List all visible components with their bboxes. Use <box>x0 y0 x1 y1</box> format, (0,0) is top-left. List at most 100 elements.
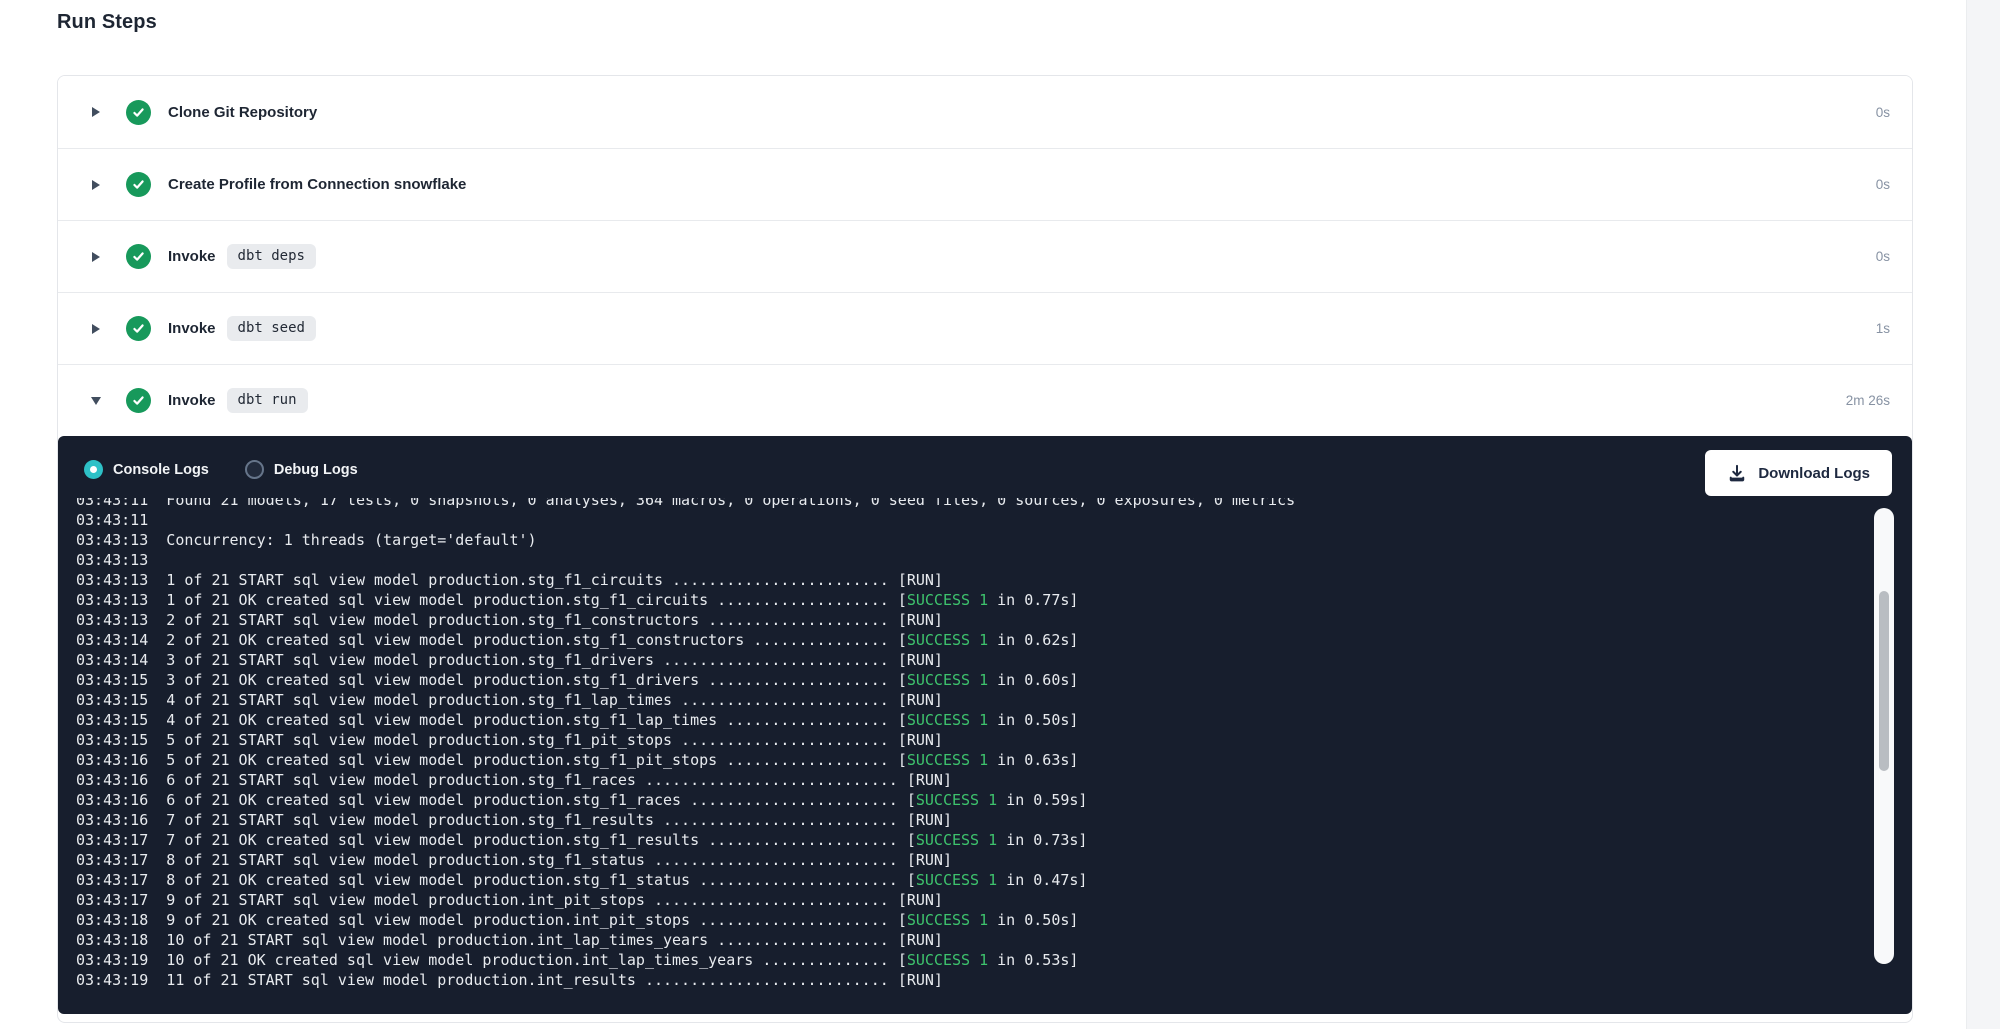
chevron-right-icon[interactable] <box>88 180 104 190</box>
log-scrollbar-track[interactable] <box>1874 508 1894 964</box>
console-log-viewport[interactable]: 03:43:11 Found 21 models, 17 tests, 0 sn… <box>76 498 1856 1000</box>
chevron-right-icon[interactable] <box>88 107 104 117</box>
log-text: 03:43:19 10 of 21 OK created sql view mo… <box>76 951 889 969</box>
log-line: 03:43:15 5 of 21 START sql view model pr… <box>76 730 1856 750</box>
log-status-success: SUCCESS 1 <box>916 791 997 809</box>
log-line: 03:43:13 1 of 21 START sql view model pr… <box>76 570 1856 590</box>
log-line: 03:43:17 9 of 21 START sql view model pr… <box>76 890 1856 910</box>
log-status-text: [ <box>907 831 916 849</box>
step-label: Clone Git Repository <box>168 104 317 121</box>
log-line: 03:43:16 7 of 21 START sql view model pr… <box>76 810 1856 830</box>
log-text: 03:43:15 4 of 21 START sql view model pr… <box>76 691 889 709</box>
console-log-content: 03:43:11 Found 21 models, 17 tests, 0 sn… <box>76 498 1856 990</box>
log-line: 03:43:13 Concurrency: 1 threads (target=… <box>76 530 1856 550</box>
log-status-text: in 0.47s] <box>997 871 1087 889</box>
log-text: 03:43:18 10 of 21 START sql view model p… <box>76 931 889 949</box>
log-line: 03:43:13 2 of 21 START sql view model pr… <box>76 610 1856 630</box>
radio-label[interactable]: Debug Logs <box>274 462 358 478</box>
log-line: 03:43:15 4 of 21 OK created sql view mod… <box>76 710 1856 730</box>
log-status-success: SUCCESS 1 <box>907 631 988 649</box>
log-line: 03:43:14 3 of 21 START sql view model pr… <box>76 650 1856 670</box>
log-line: 03:43:16 6 of 21 OK created sql view mod… <box>76 790 1856 810</box>
log-scrollbar-thumb[interactable] <box>1879 591 1889 771</box>
run-steps-card: Clone Git Repository 0s Create Profile fro… <box>57 75 1913 1023</box>
log-line: 03:43:17 8 of 21 START sql view model pr… <box>76 850 1856 870</box>
caret-shape <box>92 324 100 334</box>
log-line: 03:43:18 10 of 21 START sql view model p… <box>76 930 1856 950</box>
log-status-success: SUCCESS 1 <box>916 871 997 889</box>
chevron-right-icon[interactable] <box>88 252 104 262</box>
check-circle-icon <box>126 172 151 197</box>
step-command-badge: dbt seed <box>227 316 316 341</box>
step-duration: 0s <box>1876 105 1890 120</box>
log-line: 03:43:16 5 of 21 OK created sql view mod… <box>76 750 1856 770</box>
log-text: 03:43:13 Concurrency: 1 threads (target=… <box>76 531 537 549</box>
log-status-text: in 0.50s] <box>988 711 1078 729</box>
step-row-clone-git-repository[interactable]: Clone Git Repository 0s <box>58 76 1912 148</box>
log-type-radio-group: Console Logs Debug Logs <box>84 460 358 479</box>
log-status-success: SUCCESS 1 <box>907 711 988 729</box>
log-status-text: [ <box>898 911 907 929</box>
step-command-badge: dbt deps <box>227 244 316 269</box>
log-status-text: [RUN] <box>898 571 943 589</box>
log-status-success: SUCCESS 1 <box>907 591 988 609</box>
log-text: 03:43:15 4 of 21 OK created sql view mod… <box>76 711 889 729</box>
step-list: Clone Git Repository 0s Create Profile fro… <box>58 76 1912 436</box>
log-text: 03:43:17 7 of 21 OK created sql view mod… <box>76 831 898 849</box>
log-text: 03:43:19 11 of 21 START sql view model p… <box>76 971 889 989</box>
log-line: 03:43:17 8 of 21 OK created sql view mod… <box>76 870 1856 890</box>
log-status-text: [ <box>898 671 907 689</box>
step-row-invoke-dbt-seed[interactable]: Invokedbt seed1s <box>58 292 1912 364</box>
log-text: 03:43:18 9 of 21 OK created sql view mod… <box>76 911 889 929</box>
log-line: 03:43:15 4 of 21 START sql view model pr… <box>76 690 1856 710</box>
log-status-text: [RUN] <box>907 771 952 789</box>
log-status-success: SUCCESS 1 <box>907 951 988 969</box>
check-circle-icon <box>126 100 151 125</box>
log-status-text: [RUN] <box>898 731 943 749</box>
log-text: 03:43:13 1 of 21 OK created sql view mod… <box>76 591 889 609</box>
step-row-invoke-dbt-deps[interactable]: Invokedbt deps0s <box>58 220 1912 292</box>
log-status-text: [ <box>898 631 907 649</box>
log-status-text: [RUN] <box>907 851 952 869</box>
log-status-text: [ <box>898 951 907 969</box>
step-row-invoke-dbt-run[interactable]: Invokedbt run2m 26s <box>58 364 1912 436</box>
check-circle-icon <box>126 388 151 413</box>
log-status-text: [RUN] <box>898 971 943 989</box>
log-text: 03:43:15 5 of 21 START sql view model pr… <box>76 731 889 749</box>
log-text: 03:43:13 1 of 21 START sql view model pr… <box>76 571 889 589</box>
check-circle-icon <box>126 316 151 341</box>
chevron-right-icon[interactable] <box>88 324 104 334</box>
step-row-create-profile-from-connection-snowflake[interactable]: Create Profile from Connection snowflake… <box>58 148 1912 220</box>
log-text: 03:43:13 2 of 21 START sql view model pr… <box>76 611 889 629</box>
log-status-text: [RUN] <box>907 811 952 829</box>
log-status-text: [ <box>898 751 907 769</box>
log-line: 03:43:13 <box>76 550 1856 570</box>
log-status-success: SUCCESS 1 <box>907 911 988 929</box>
radio-selected-icon[interactable] <box>84 460 103 479</box>
log-line: 03:43:13 1 of 21 OK created sql view mod… <box>76 590 1856 610</box>
caret-shape <box>92 252 100 262</box>
log-status-text: in 0.73s] <box>997 831 1087 849</box>
log-line: 03:43:15 3 of 21 OK created sql view mod… <box>76 670 1856 690</box>
step-duration: 1s <box>1876 321 1890 336</box>
log-line: 03:43:11 <box>76 510 1856 530</box>
step-duration: 2m 26s <box>1846 393 1890 408</box>
page-gutter <box>1966 0 2000 1029</box>
chevron-down-icon[interactable] <box>88 397 104 405</box>
log-status-text: in 0.63s] <box>988 751 1078 769</box>
log-line: 03:43:11 Found 21 models, 17 tests, 0 sn… <box>76 498 1856 510</box>
log-status-text: [RUN] <box>898 931 943 949</box>
log-status-success: SUCCESS 1 <box>907 671 988 689</box>
step-label: Invoke <box>168 248 216 265</box>
log-status-text: in 0.50s] <box>988 911 1078 929</box>
step-command-badge: dbt run <box>227 388 308 413</box>
radio-console-logs[interactable]: Console Logs <box>84 460 209 479</box>
radio-debug-logs[interactable]: Debug Logs <box>245 460 358 479</box>
log-text: 03:43:15 3 of 21 OK created sql view mod… <box>76 671 889 689</box>
radio-label[interactable]: Console Logs <box>113 462 209 478</box>
log-text: 03:43:14 2 of 21 OK created sql view mod… <box>76 631 889 649</box>
radio-unselected-icon[interactable] <box>245 460 264 479</box>
download-logs-button[interactable]: Download Logs <box>1705 450 1892 496</box>
log-text: 03:43:16 7 of 21 START sql view model pr… <box>76 811 898 829</box>
log-text: 03:43:16 6 of 21 OK created sql view mod… <box>76 791 898 809</box>
